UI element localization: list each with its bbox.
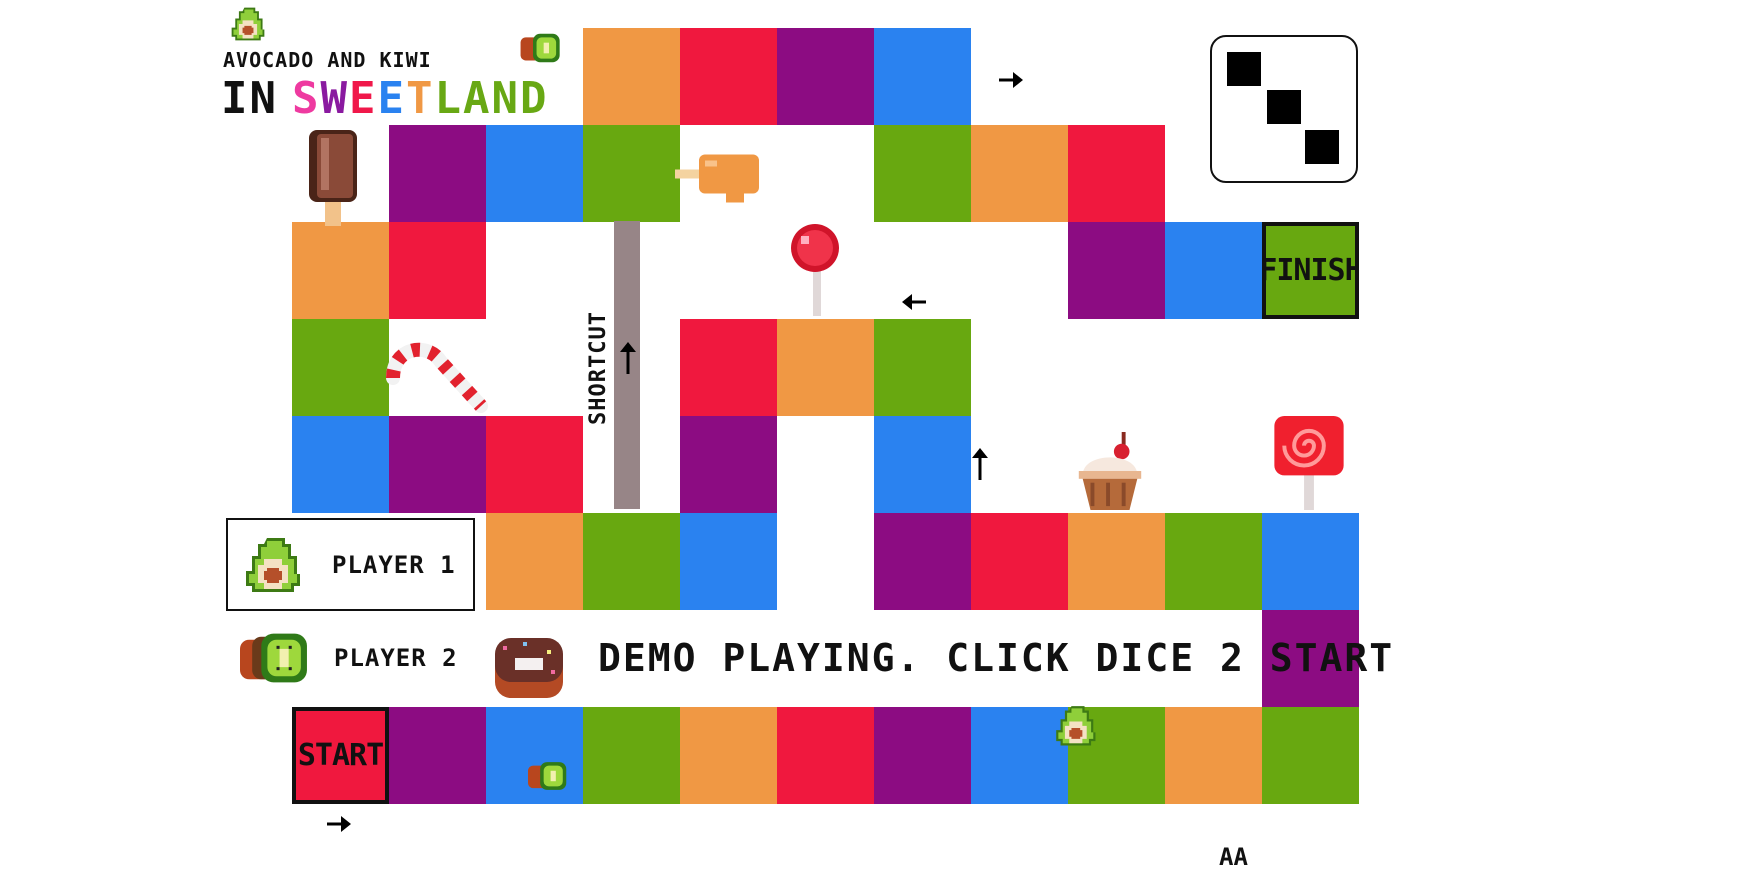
ice-cream-bar-icon (309, 130, 357, 226)
title-avocado-icon (231, 7, 265, 41)
title-letter: N (491, 73, 520, 124)
finish-tile: FINISH (1262, 222, 1359, 319)
board-tile (583, 707, 680, 804)
status-message: DEMO PLAYING. CLICK DICE 2 START (598, 636, 1395, 680)
donut-icon (495, 638, 563, 698)
footer-label: AA (1219, 843, 1248, 871)
arrow-left-icon (902, 294, 926, 310)
player-1-label: PLAYER 1 (332, 550, 456, 579)
board-tile (389, 416, 486, 513)
cupcake-icon (1078, 432, 1142, 510)
arrow-up-icon (972, 448, 988, 480)
arrow-up-icon (620, 342, 636, 374)
lollipop-icon (791, 224, 839, 316)
board-tile (777, 28, 874, 125)
title-letter: S (291, 73, 321, 124)
board-tile (971, 125, 1068, 222)
board-tile (292, 416, 389, 513)
board-tile (874, 513, 971, 610)
board-tile (680, 28, 777, 125)
board-tile (1262, 707, 1359, 804)
game-title: IN SWEETLAND (221, 73, 548, 124)
game-subtitle: AVOCADO AND KIWI (223, 48, 432, 72)
swirl-lollipop-icon (1274, 416, 1344, 510)
board-tile (874, 416, 971, 513)
board-tile (1165, 222, 1262, 319)
board-tile (971, 513, 1068, 610)
player-1-token (1056, 706, 1096, 746)
title-letter: D (519, 73, 549, 124)
board-tile (1068, 513, 1165, 610)
board-tile (680, 319, 777, 416)
player-1-panel: PLAYER 1 (226, 518, 475, 611)
board-tile (1165, 707, 1262, 804)
board-tile (389, 222, 486, 319)
kiwi-icon (240, 633, 307, 683)
board-tile (389, 707, 486, 804)
board-tile (292, 222, 389, 319)
board-tile (583, 125, 680, 222)
board-tile (583, 28, 680, 125)
board-tile (874, 319, 971, 416)
board-tile (1068, 222, 1165, 319)
title-letter: A (462, 73, 492, 124)
title-letter: W (320, 73, 349, 124)
dice-pip (1305, 130, 1339, 164)
board-tile (680, 513, 777, 610)
player-2-panel: PLAYER 2 (240, 628, 458, 688)
dice-button[interactable] (1210, 35, 1358, 183)
board-tile (777, 707, 874, 804)
board-tile (486, 125, 583, 222)
title-colored-word: SWEETLAND (292, 73, 549, 124)
title-letter: E (348, 73, 378, 124)
board-tile (486, 513, 583, 610)
board-tile (389, 125, 486, 222)
arrow-right-icon (327, 816, 351, 832)
dice-pip (1267, 90, 1301, 124)
dice-pip (1227, 52, 1261, 86)
title-letter: L (434, 73, 463, 124)
board-tile (583, 513, 680, 610)
board-tile (486, 416, 583, 513)
board-tile (874, 28, 971, 125)
player-2-label: PLAYER 2 (334, 644, 458, 672)
avocado-icon (246, 537, 300, 592)
board-tile (777, 319, 874, 416)
shortcut-label: SHORTCUT (586, 311, 611, 425)
board-tile (680, 416, 777, 513)
board-tile (1068, 125, 1165, 222)
candy-cane-icon (386, 342, 488, 413)
board-tile (292, 319, 389, 416)
game-board: START FINISH (0, 0, 1737, 872)
board-tile (680, 707, 777, 804)
title-letter: E (377, 73, 406, 124)
start-tile: START (292, 707, 389, 804)
orange-popsicle-icon (675, 154, 759, 203)
board-tile (874, 707, 971, 804)
title-letter: T (405, 73, 435, 124)
board-tile (1262, 513, 1359, 610)
arrow-right-icon (999, 72, 1023, 88)
board-tile (874, 125, 971, 222)
player-2-token (528, 762, 567, 790)
title-prefix: IN (221, 73, 278, 124)
title-kiwi-icon (520, 33, 560, 63)
board-tile (1165, 513, 1262, 610)
